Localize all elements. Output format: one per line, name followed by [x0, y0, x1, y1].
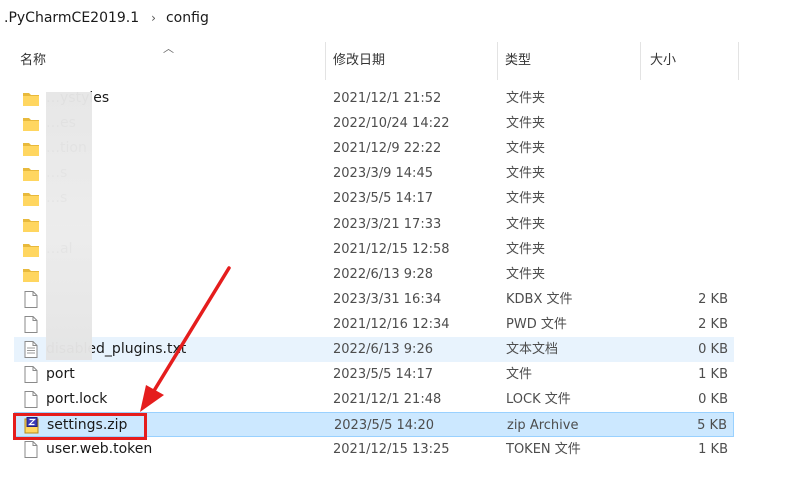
text-file-icon — [23, 341, 39, 358]
folder-icon — [23, 140, 39, 157]
file-type: 文件夹 — [506, 266, 546, 282]
file-type: 文件夹 — [506, 216, 546, 232]
file-date-modified: 2021/12/15 12:58 — [333, 241, 450, 257]
column-header-date-modified[interactable]: 修改日期 — [333, 36, 385, 80]
file-type: 文件 — [506, 367, 533, 383]
column-header-type[interactable]: 类型 — [505, 36, 531, 80]
column-header-size[interactable]: 大小 — [650, 36, 676, 80]
file-type: 文件夹 — [506, 116, 546, 132]
file-row[interactable]: …tion2021/12/9 22:22文件夹 — [14, 136, 734, 161]
file-row[interactable]: port.lock 2021/12/1 21:48 LOCK 文件 0 KB — [14, 387, 734, 412]
privacy-blur-mask — [46, 92, 92, 360]
file-date-modified: 2023/3/31 16:34 — [333, 291, 442, 307]
file-date-modified: 2021/12/9 22:22 — [333, 141, 442, 157]
column-divider[interactable] — [738, 42, 739, 80]
breadcrumb-segment-config[interactable]: config — [162, 10, 215, 26]
file-row[interactable]: 2022/6/13 9:28 文件夹 — [14, 262, 734, 287]
file-size: 1 KB — [698, 442, 728, 458]
column-divider[interactable] — [497, 42, 498, 80]
file-date-modified: 2021/12/15 13:25 — [333, 442, 450, 458]
sort-ascending-icon: ︿ — [163, 42, 174, 55]
folder-icon — [23, 165, 39, 182]
file-size: 1 KB — [698, 367, 728, 383]
breadcrumb-segment-pycharm[interactable]: .PyCharmCE2019.1 — [0, 10, 145, 26]
folder-icon — [23, 266, 39, 283]
column-header-name[interactable]: 名称 — [20, 36, 46, 80]
file-icon — [23, 441, 39, 459]
column-header-bar: ︿ 名称 修改日期 类型 大小 — [0, 36, 798, 80]
file-date-modified: 2021/12/1 21:52 — [333, 91, 442, 106]
file-type: 文件夹 — [506, 166, 546, 182]
folder-icon — [23, 216, 39, 233]
file-row[interactable]: port 2023/5/5 14:17 文件 1 KB — [14, 362, 734, 387]
file-explorer-window: .PyCharmCE2019.1 › config ︿ 名称 修改日期 类型 大… — [0, 0, 798, 492]
file-type: TOKEN 文件 — [506, 442, 581, 458]
folder-icon — [23, 115, 39, 132]
file-type: PWD 文件 — [506, 316, 567, 332]
file-date-modified: 2021/12/16 12:34 — [333, 316, 450, 332]
file-icon — [23, 391, 39, 409]
file-type: 文件夹 — [506, 191, 546, 207]
file-type: 文件夹 — [506, 141, 546, 157]
file-type: LOCK 文件 — [506, 392, 571, 408]
file-date-modified: 2022/6/13 9:28 — [333, 266, 433, 282]
file-size: 2 KB — [698, 316, 728, 332]
file-date-modified: 2021/12/1 21:48 — [333, 392, 442, 408]
folder-icon — [23, 90, 39, 107]
file-date-modified: 2022/10/24 14:22 — [333, 116, 450, 132]
file-type: 文件夹 — [506, 241, 546, 257]
file-date-modified: 2023/5/5 14:17 — [333, 191, 433, 207]
file-row[interactable]: …s2023/3/9 14:45文件夹 — [14, 161, 734, 186]
file-size: 0 KB — [698, 392, 728, 408]
folder-icon — [23, 190, 39, 207]
file-name: port.lock — [46, 391, 108, 408]
chevron-right-icon: › — [151, 11, 156, 25]
file-type: 文本文档 — [506, 342, 559, 357]
file-type: KDBX 文件 — [506, 291, 573, 307]
file-date-modified: 2023/5/5 14:17 — [333, 367, 433, 383]
file-date-modified: 2023/3/9 14:45 — [333, 166, 433, 182]
file-row[interactable]: …es2022/10/24 14:22文件夹 — [14, 111, 734, 136]
column-divider[interactable] — [325, 42, 326, 80]
file-name: user.web.token — [46, 441, 153, 458]
file-row[interactable]: 2023/3/21 17:33 文件夹 — [14, 212, 734, 237]
file-icon — [23, 366, 39, 384]
file-row[interactable]: …s2023/5/5 14:17文件夹 — [14, 186, 734, 211]
file-date-modified: 2022/6/13 9:26 — [333, 342, 433, 357]
file-row[interactable]: 2021/12/16 12:34 PWD 文件 2 KB — [14, 312, 734, 337]
file-size: 0 KB — [698, 342, 728, 357]
file-type: zip Archive — [507, 418, 579, 434]
highlight-box — [13, 413, 147, 440]
file-row[interactable]: user.web.token 2021/12/15 13:25 TOKEN 文件 1 … — [14, 437, 734, 462]
file-row[interactable]: …al2021/12/15 12:58文件夹 — [14, 237, 734, 262]
file-name: port — [46, 366, 75, 383]
file-icon — [23, 290, 39, 308]
file-row[interactable]: …ystyles2021/12/1 21:52文件夹 — [14, 86, 734, 111]
file-size: 5 KB — [697, 418, 727, 434]
column-divider[interactable] — [640, 42, 641, 80]
file-row[interactable]: 2023/3/31 16:34 KDBX 文件 2 KB — [14, 287, 734, 312]
folder-icon — [23, 241, 39, 258]
file-size: 2 KB — [698, 291, 728, 307]
file-type: 文件夹 — [506, 91, 546, 106]
file-date-modified: 2023/3/21 17:33 — [333, 216, 442, 232]
file-date-modified: 2023/5/5 14:20 — [334, 418, 434, 434]
file-icon — [23, 315, 39, 333]
breadcrumb: .PyCharmCE2019.1 › config — [0, 0, 798, 36]
file-row[interactable]: disabled_plugins.txt 2022/6/13 9:26 文本文档 0 … — [14, 337, 734, 362]
